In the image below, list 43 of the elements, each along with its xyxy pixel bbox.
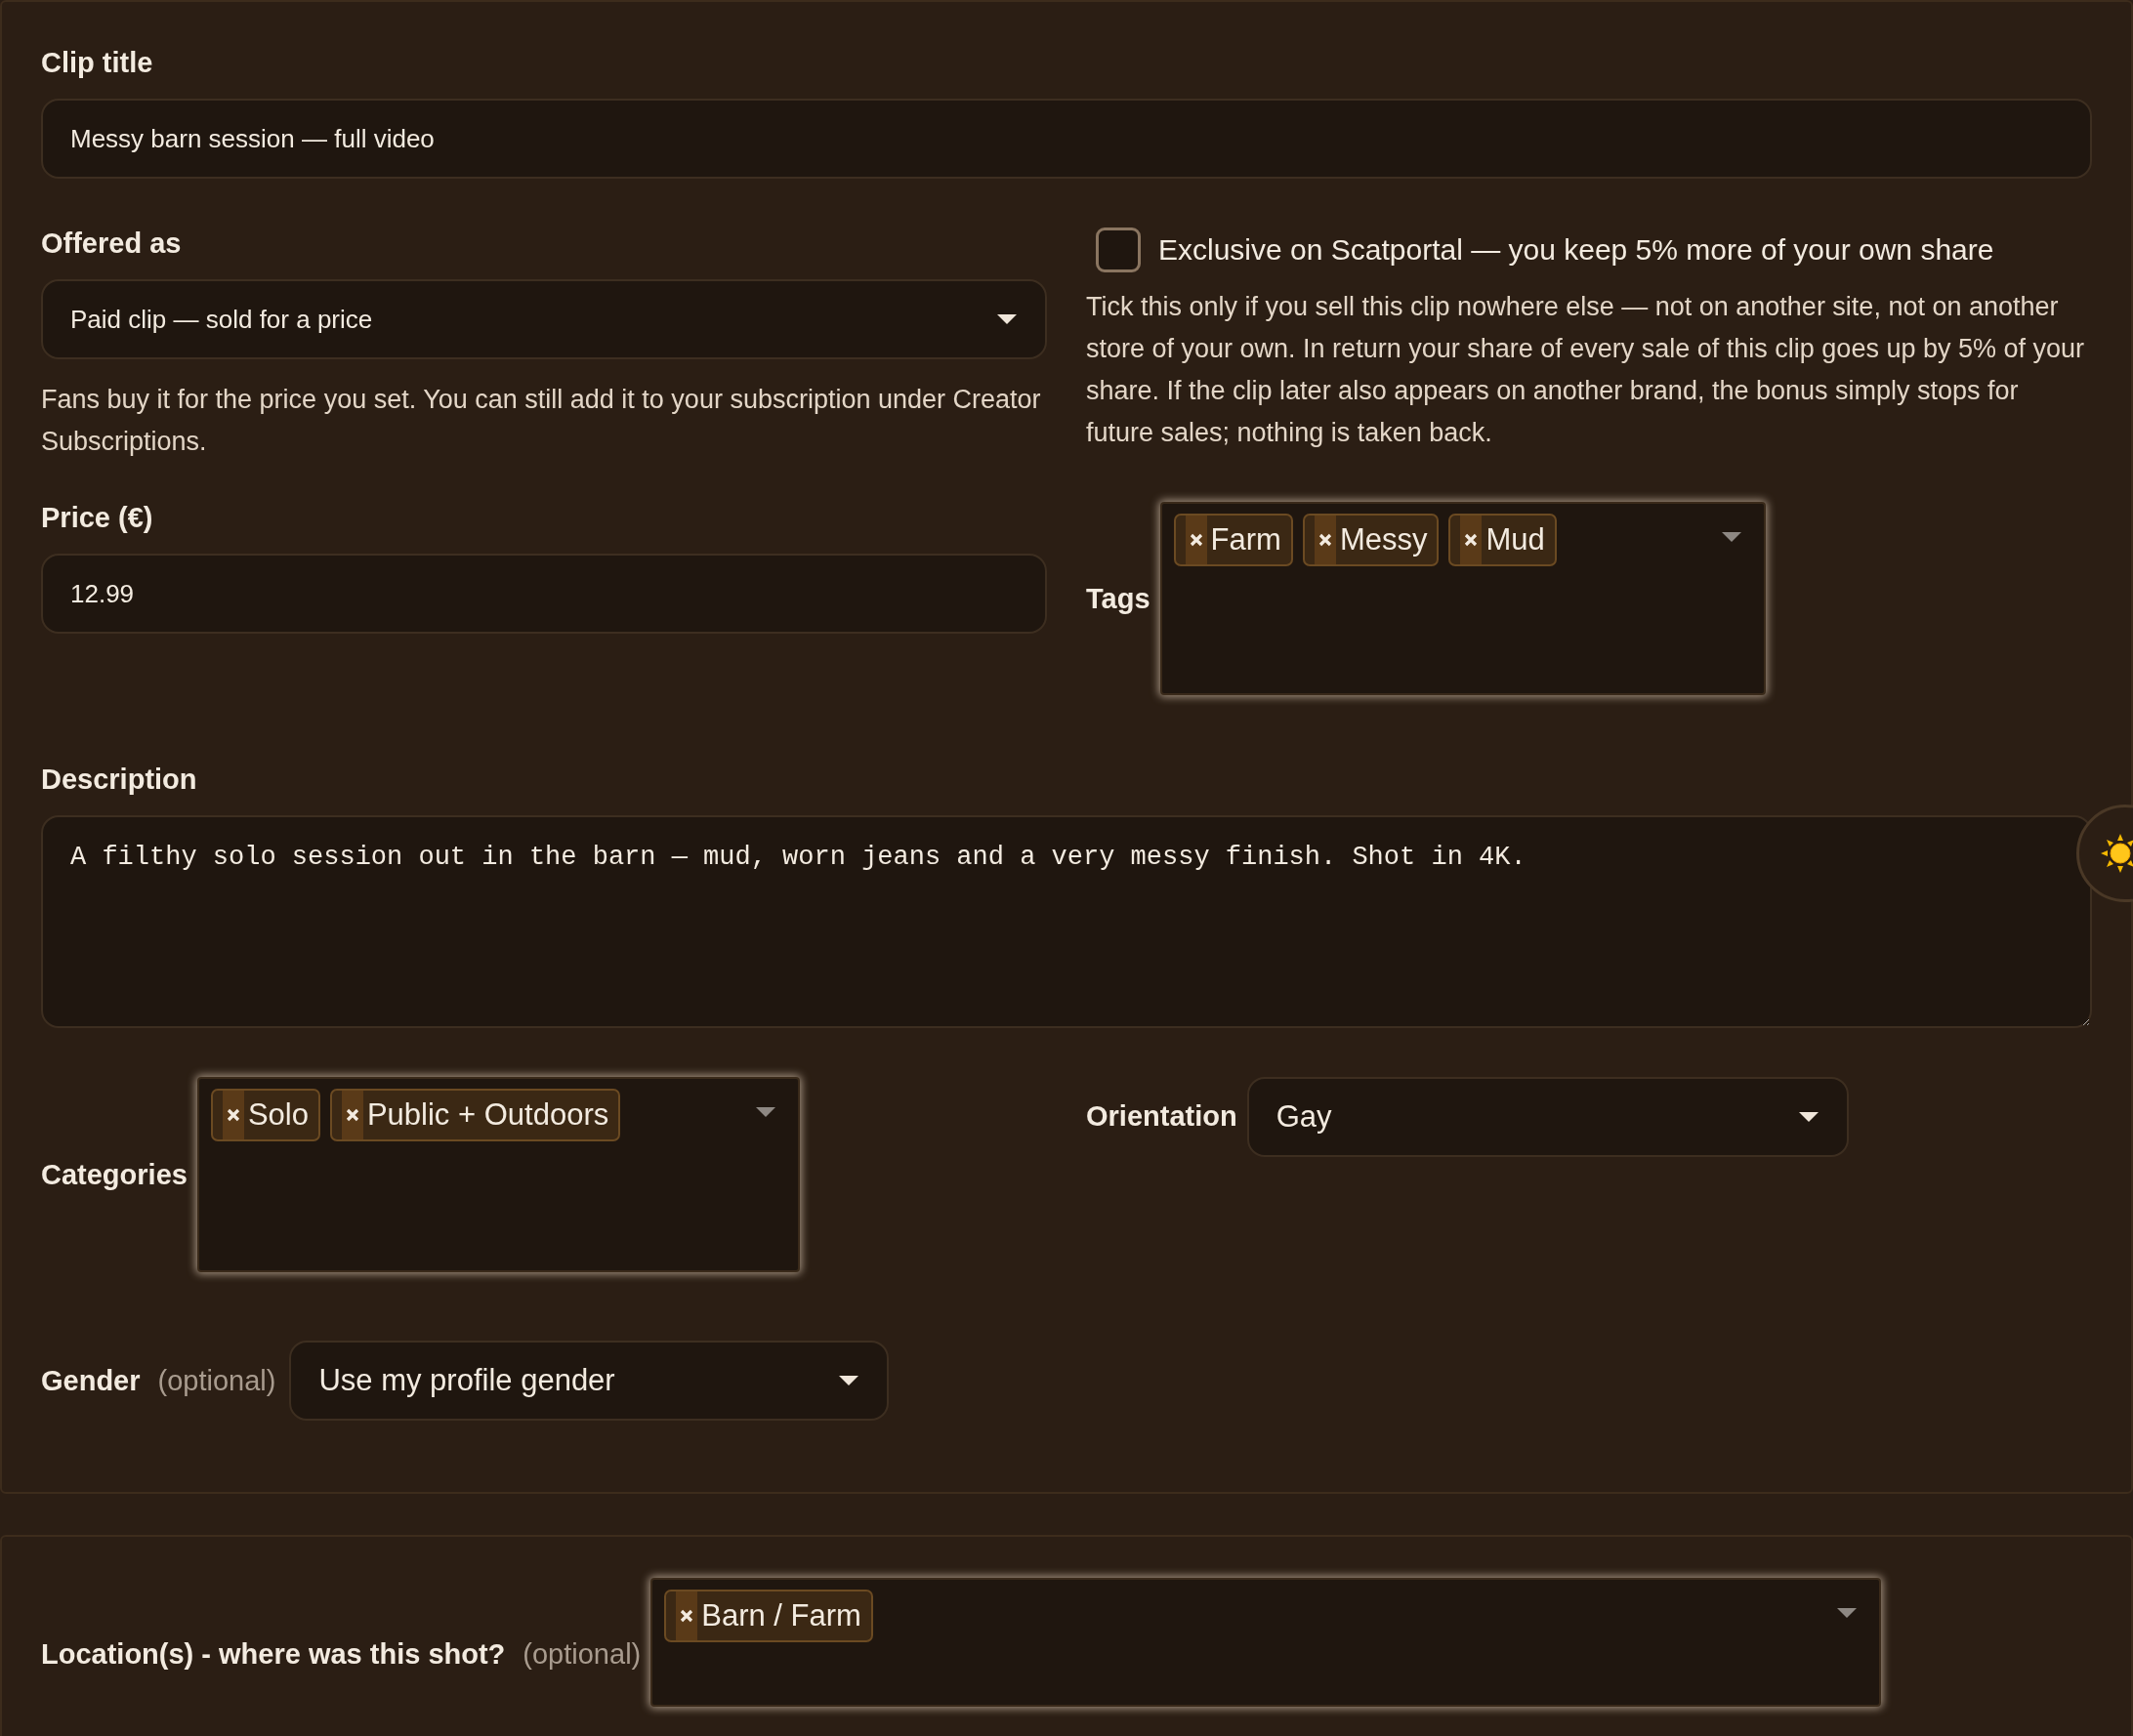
help-text: Fans buy it for the price you set. You can still add it to your subscription under Creator Subscriptions. bbox=[41, 384, 1042, 458]
offered-as-select[interactable]: Paid clip — sold for a price bbox=[41, 279, 1047, 359]
price-input[interactable]: 12.99 bbox=[41, 554, 1047, 634]
description-textarea[interactable]: A filthy solo session out in the barn — mud, worn jeans and a very messy finish. Shot in 4K. bbox=[41, 815, 2092, 1028]
category-chip[interactable]: Solo bbox=[210, 1089, 320, 1141]
help-text: Tick this only if you sell this clip nowhere else — not on another site, not on another store of your own. In return your share of every sale of this clip goes up by 5% of your share. If the clip later also appears on another brand, the bonus simply stops for future sales; nothing is taken back. bbox=[1086, 291, 2086, 449]
location-chip[interactable]: Barn / Farm bbox=[664, 1590, 873, 1642]
sun-icon bbox=[2099, 832, 2133, 875]
checkbox-label: Exclusive on Scatportal — you keep 5% more of your own share bbox=[1158, 233, 1994, 267]
field-label: Location(s) - where was this shot? bbox=[41, 1638, 506, 1671]
remove-icon[interactable] bbox=[1185, 516, 1207, 564]
tag-chip[interactable]: Farm bbox=[1173, 514, 1293, 566]
field-label: Gender bbox=[41, 1364, 141, 1397]
categories-select[interactable]: Solo Public + Outdoors bbox=[196, 1077, 800, 1272]
category-chip[interactable]: Public + Outdoors bbox=[329, 1089, 621, 1141]
caret-icon bbox=[1797, 1111, 1819, 1123]
caret-icon bbox=[996, 313, 1018, 325]
tag-chip[interactable]: Messy bbox=[1302, 514, 1440, 566]
field-label: Description bbox=[41, 764, 198, 796]
title-input[interactable]: Messy barn session — full video bbox=[41, 99, 2092, 179]
remove-icon[interactable] bbox=[222, 1091, 244, 1139]
field-label: Clip title bbox=[41, 47, 154, 79]
field-label: Offered as bbox=[41, 227, 183, 260]
remove-icon[interactable] bbox=[1460, 516, 1483, 564]
remove-icon[interactable] bbox=[676, 1591, 698, 1640]
location-select[interactable]: Barn / Farm bbox=[650, 1578, 1882, 1707]
tag-chip[interactable]: Mud bbox=[1448, 514, 1557, 566]
tags-select[interactable]: Farm Messy Mud bbox=[1159, 502, 1766, 695]
caret-icon bbox=[1720, 531, 1742, 543]
field-label: Price (€) bbox=[41, 502, 154, 534]
optional-note: (optional) bbox=[157, 1364, 276, 1397]
caret-icon bbox=[1836, 1607, 1859, 1619]
caret-icon bbox=[754, 1106, 776, 1118]
orientation-select[interactable]: Gay bbox=[1246, 1077, 1849, 1157]
field-label: Orientation bbox=[1086, 1100, 1237, 1133]
caret-icon bbox=[838, 1375, 860, 1386]
field-label: Categories bbox=[41, 1158, 188, 1191]
exclusive-checkbox[interactable] bbox=[1096, 227, 1141, 272]
gender-select[interactable]: Use my profile gender bbox=[289, 1341, 890, 1421]
remove-icon[interactable] bbox=[1314, 516, 1336, 564]
remove-icon[interactable] bbox=[341, 1091, 363, 1139]
field-label: Tags bbox=[1086, 582, 1150, 615]
optional-note: (optional) bbox=[523, 1638, 642, 1671]
